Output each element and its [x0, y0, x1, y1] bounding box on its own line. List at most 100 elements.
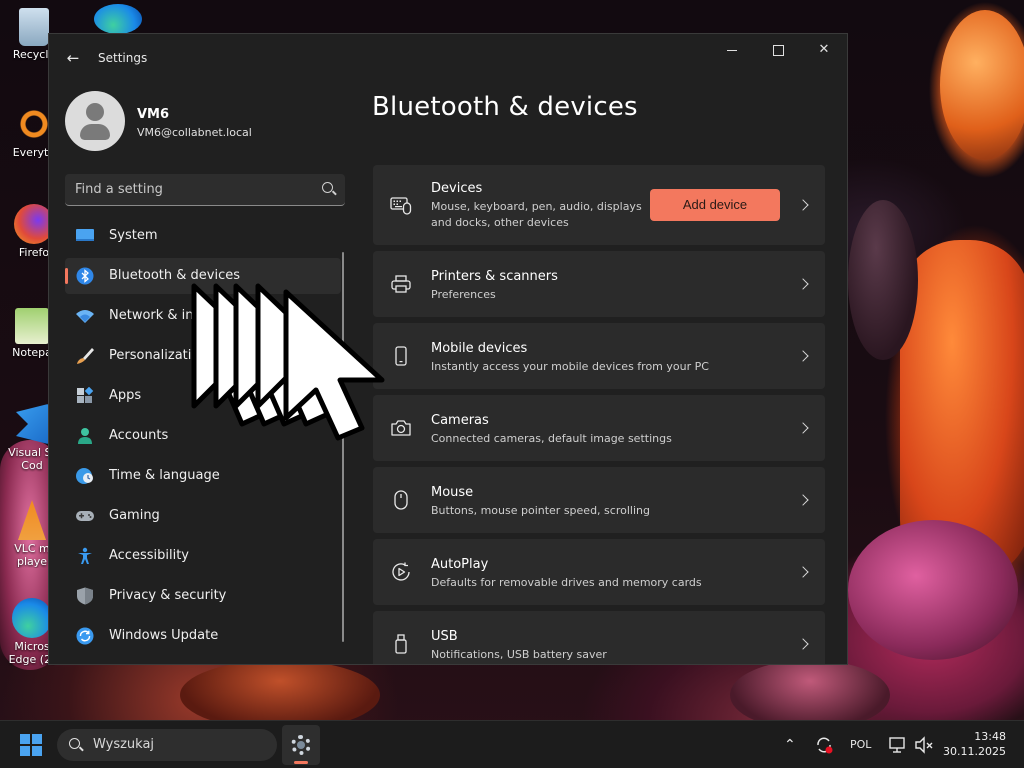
network-monitor-icon[interactable]: [888, 735, 908, 755]
minimize-button[interactable]: [709, 34, 755, 66]
edge-icon: [94, 4, 142, 34]
wallpaper-orb: [848, 200, 918, 360]
card-subtitle: Preferences: [431, 288, 496, 301]
search-input[interactable]: [65, 174, 315, 204]
sidebar-item-label: Privacy & security: [109, 588, 227, 603]
wallpaper-orb: [848, 520, 1018, 660]
settings-cards-list: Devices Mouse, keyboard, pen, audio, dis…: [373, 165, 825, 664]
mouse-pointer-icon: [191, 283, 385, 441]
page-title: Bluetooth & devices: [372, 92, 638, 122]
chevron-right-icon: [797, 350, 809, 362]
card-subtitle: Notifications, USB battery saver: [431, 648, 607, 661]
vscode-icon: [16, 404, 48, 444]
chevron-right-icon: [797, 422, 809, 434]
sidebar-item-label: Time & language: [109, 468, 220, 483]
sync-alert-icon[interactable]: [814, 735, 834, 755]
card-subtitle: Connected cameras, default image setting…: [431, 432, 672, 445]
chevron-right-icon: [797, 494, 809, 506]
search-icon[interactable]: [322, 182, 333, 193]
wifi-icon: [76, 310, 94, 323]
chevron-right-icon: [797, 638, 809, 650]
shield-icon: [77, 587, 93, 605]
globe-clock-icon: [76, 468, 93, 484]
card-devices[interactable]: Devices Mouse, keyboard, pen, audio, dis…: [373, 165, 825, 245]
devices-icon: [390, 197, 412, 215]
user-profile[interactable]: VM6 VM6@collabnet.local: [65, 91, 345, 151]
add-device-button[interactable]: Add device: [650, 189, 780, 221]
card-title: Printers & scanners: [431, 269, 558, 284]
chevron-right-icon: [797, 278, 809, 290]
volume-muted-icon[interactable]: [914, 735, 934, 755]
language-indicator[interactable]: POL: [850, 721, 871, 768]
back-arrow-icon[interactable]: ←: [63, 48, 83, 68]
card-mobile-devices[interactable]: Mobile devices Instantly access your mob…: [373, 323, 825, 389]
system-icon: [76, 229, 94, 241]
avatar-body: [80, 124, 110, 140]
settings-window: ← Settings ✕ VM6 VM6@collabnet.local Sys…: [48, 33, 848, 665]
chevron-up-icon[interactable]: ⌃: [784, 721, 796, 768]
card-title: Devices: [431, 181, 483, 196]
card-title: Mouse: [431, 485, 474, 500]
sidebar-item-label: Gaming: [109, 508, 160, 523]
update-icon: [76, 627, 94, 645]
taskbar-app-settings[interactable]: [282, 725, 320, 765]
taskbar-search-label: Wyszukaj: [93, 737, 155, 752]
sidebar-item-privacy-security[interactable]: Privacy & security: [65, 578, 341, 614]
clock-time: 13:48: [974, 730, 1006, 743]
card-mouse[interactable]: Mouse Buttons, mouse pointer speed, scro…: [373, 467, 825, 533]
usb-icon: [395, 634, 407, 654]
system-clock[interactable]: 13:48 30.11.2025: [943, 729, 1006, 759]
card-title: Mobile devices: [431, 341, 528, 356]
apps-icon: [77, 387, 94, 403]
settings-gear-icon: [291, 735, 311, 755]
sidebar-item-gaming[interactable]: Gaming: [65, 498, 341, 534]
sidebar-item-time-language[interactable]: Time & language: [65, 458, 341, 494]
card-usb[interactable]: USB Notifications, USB battery saver: [373, 611, 825, 664]
card-subtitle: Buttons, mouse pointer speed, scrolling: [431, 504, 650, 517]
sidebar-item-accessibility[interactable]: Accessibility: [65, 538, 341, 574]
search-icon: [69, 738, 80, 749]
card-autoplay[interactable]: AutoPlay Defaults for removable drives a…: [373, 539, 825, 605]
avatar: [65, 91, 125, 151]
taskbar-search-box[interactable]: Wyszukaj: [57, 729, 277, 761]
sidebar-item-label: Accessibility: [109, 548, 189, 563]
card-subtitle: Instantly access your mobile devices fro…: [431, 360, 709, 373]
edge-icon: [12, 598, 52, 638]
person-icon: [78, 428, 92, 444]
autoplay-icon: [392, 562, 410, 581]
notepad-icon: [15, 308, 49, 344]
windows-start-icon[interactable]: [20, 734, 42, 756]
card-subtitle: Defaults for removable drives and memory…: [431, 576, 702, 589]
card-cameras[interactable]: Cameras Connected cameras, default image…: [373, 395, 825, 461]
sidebar-item-label: Windows Update: [109, 628, 219, 643]
chevron-right-icon: [797, 199, 809, 211]
sidebar-item-windows-update[interactable]: Windows Update: [65, 618, 341, 654]
running-indicator: [294, 761, 308, 764]
user-email: VM6@collabnet.local: [137, 126, 252, 139]
vlc-icon: [18, 500, 46, 540]
mouse-icon: [394, 490, 408, 510]
card-title: AutoPlay: [431, 557, 489, 572]
clock-date: 30.11.2025: [943, 745, 1006, 758]
maximize-button[interactable]: [755, 34, 801, 66]
brush-icon: [77, 348, 94, 364]
sidebar-item-label: System: [109, 228, 158, 243]
title-bar: ← Settings ✕: [49, 34, 847, 82]
card-printers-scanners[interactable]: Printers & scanners Preferences: [373, 251, 825, 317]
recycle-bin-icon: [19, 8, 49, 46]
accessibility-icon: [78, 547, 92, 564]
avatar-head: [86, 103, 104, 121]
phone-icon: [395, 346, 407, 366]
printer-icon: [391, 275, 411, 293]
card-title: USB: [431, 629, 458, 644]
sidebar-item-label: Apps: [109, 388, 142, 403]
camera-icon: [391, 420, 411, 436]
desktop-icon-edge[interactable]: [88, 4, 148, 36]
taskbar: Wyszukaj ⌃ POL 13:48 30.11.2025: [0, 720, 1024, 768]
chevron-right-icon: [797, 566, 809, 578]
card-subtitle: Mouse, keyboard, pen, audio, displays an…: [431, 200, 642, 229]
close-button[interactable]: ✕: [801, 34, 847, 66]
sidebar-item-system[interactable]: System: [65, 218, 341, 254]
settings-search-box[interactable]: [65, 174, 345, 206]
gamepad-icon: [76, 511, 94, 521]
